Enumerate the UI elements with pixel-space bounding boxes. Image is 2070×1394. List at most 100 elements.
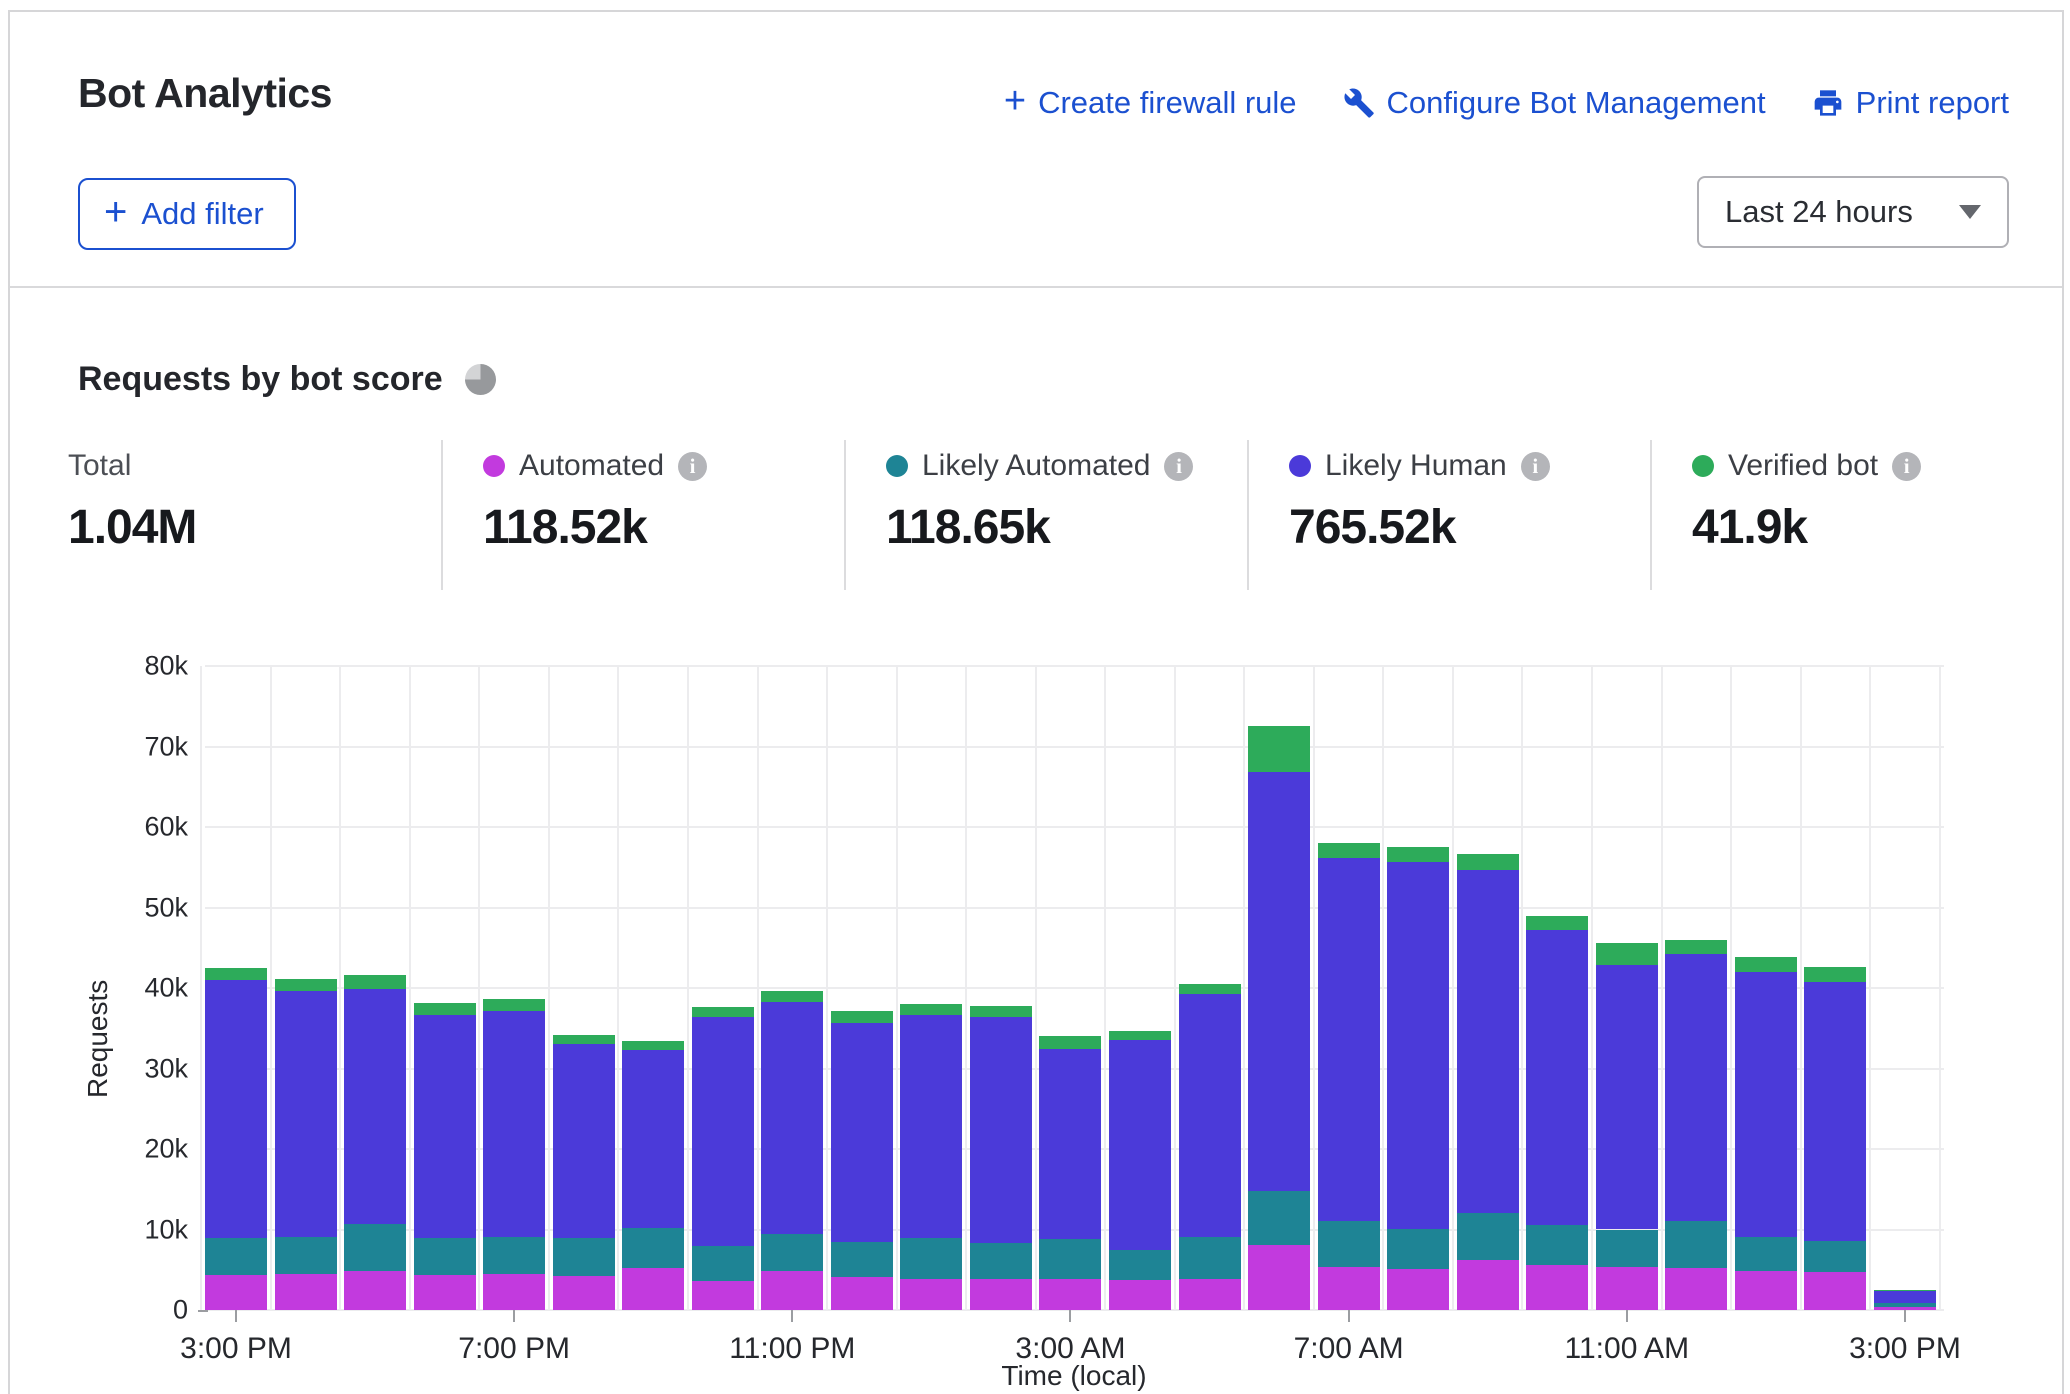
bar-segment-likely_automated [831, 1242, 893, 1277]
bar-segment-automated [414, 1275, 476, 1310]
bar-segment-likely_automated [553, 1238, 615, 1276]
bar-group-9-1200AM[interactable] [831, 1011, 893, 1310]
bar-group-11-200AM[interactable] [970, 1006, 1032, 1310]
bar-segment-likely_human [1318, 858, 1380, 1220]
gridline-x-3 [409, 666, 411, 1310]
bar-segment-verified_bot [553, 1035, 615, 1044]
bar-segment-automated [205, 1275, 267, 1310]
bar-group-7-1000PM[interactable] [692, 1007, 754, 1310]
bar-segment-verified_bot [275, 979, 337, 991]
bar-group-24-300PM[interactable] [1874, 1290, 1936, 1310]
gridline-x-4 [478, 666, 480, 1310]
bar-group-8-1100PM[interactable] [761, 991, 823, 1310]
bar-group-4-700PM[interactable] [483, 999, 545, 1310]
gridline-y-80k [205, 665, 1944, 667]
gridline-x-11 [965, 666, 967, 1310]
bar-group-6-900PM[interactable] [622, 1041, 684, 1310]
bar-segment-verified_bot [1526, 916, 1588, 930]
bar-group-21-1200PM[interactable] [1665, 940, 1727, 1310]
bar-segment-likely_human [970, 1017, 1032, 1243]
bot-analytics-page: Bot Analytics +Create firewall ruleConfi… [0, 0, 2070, 1394]
bar-segment-automated [1039, 1279, 1101, 1310]
bar-group-20-1100AM[interactable] [1596, 943, 1658, 1310]
bar-group-18-900AM[interactable] [1457, 854, 1519, 1310]
bar-group-16-700AM[interactable] [1318, 843, 1380, 1310]
bar-segment-likely_human [275, 991, 337, 1237]
gridline-x-15 [1243, 666, 1245, 1310]
bar-segment-likely_automated [483, 1237, 545, 1274]
x-tick-label: 11:00 AM [1565, 1332, 1690, 1366]
bar-group-23-200PM[interactable] [1804, 967, 1866, 1310]
bar-segment-likely_human [1039, 1049, 1101, 1239]
bar-segment-likely_automated [900, 1238, 962, 1279]
bar-group-5-800PM[interactable] [553, 1035, 615, 1310]
gridline-x-1 [270, 666, 272, 1310]
bar-segment-automated [1248, 1245, 1310, 1310]
bar-group-19-1000AM[interactable] [1526, 916, 1588, 1310]
bar-segment-automated [1387, 1269, 1449, 1310]
x-tick-label: 7:00 PM [458, 1332, 570, 1366]
bar-segment-verified_bot [1457, 854, 1519, 869]
y-tick-label-50k: 50k [108, 892, 188, 923]
y-tick-label-10k: 10k [108, 1214, 188, 1245]
bar-group-15-600AM[interactable] [1248, 726, 1310, 1310]
bar-group-1-400PM[interactable] [275, 979, 337, 1310]
bar-group-2-500PM[interactable] [344, 975, 406, 1310]
y-tick-label-20k: 20k [108, 1134, 188, 1165]
x-tick-mark-1100PM [791, 1310, 793, 1322]
bar-segment-automated [831, 1277, 893, 1310]
bar-segment-likely_human [414, 1015, 476, 1239]
bar-segment-verified_bot [1387, 847, 1449, 862]
bar-segment-verified_bot [1596, 943, 1658, 965]
bar-segment-likely_human [1248, 772, 1310, 1191]
bar-segment-verified_bot [692, 1007, 754, 1017]
gridline-x-5 [548, 666, 550, 1310]
gridline-x-23 [1800, 666, 1802, 1310]
gridline-x-8 [757, 666, 759, 1310]
bar-segment-verified_bot [1804, 967, 1866, 982]
bar-segment-automated [900, 1279, 962, 1310]
x-tick-label: 3:00 PM [1849, 1332, 1961, 1366]
bar-segment-automated [1318, 1267, 1380, 1310]
bar-segment-verified_bot [1039, 1036, 1101, 1049]
bar-group-3-600PM[interactable] [414, 1002, 476, 1310]
bar-segment-likely_human [1457, 870, 1519, 1214]
gridline-x-21 [1661, 666, 1663, 1310]
bar-segment-likely_automated [1039, 1239, 1101, 1279]
bar-segment-likely_automated [1735, 1237, 1797, 1272]
gridline-x-7 [687, 666, 689, 1310]
gridline-y-70k [205, 746, 1944, 748]
gridline-x-16 [1313, 666, 1315, 1310]
bar-group-0-300PM[interactable] [205, 968, 267, 1310]
gridline-x-24 [1869, 666, 1871, 1310]
bar-segment-verified_bot [622, 1041, 684, 1050]
bar-segment-likely_human [622, 1050, 684, 1228]
bar-group-12-300AM[interactable] [1039, 1036, 1101, 1310]
bar-segment-automated [1804, 1272, 1866, 1310]
gridline-x-9 [826, 666, 828, 1310]
bar-segment-likely_human [900, 1015, 962, 1238]
bar-group-13-400AM[interactable] [1109, 1031, 1171, 1310]
gridline-x-13 [1104, 666, 1106, 1310]
bar-segment-likely_automated [1109, 1250, 1171, 1280]
bar-segment-likely_human [1179, 994, 1241, 1236]
bar-group-14-500AM[interactable] [1179, 984, 1241, 1310]
bar-group-22-100PM[interactable] [1735, 957, 1797, 1310]
bar-group-10-100AM[interactable] [900, 1004, 962, 1310]
gridline-x-19 [1521, 666, 1523, 1310]
gridline-y-50k [205, 907, 1944, 909]
y-tick-label-60k: 60k [108, 812, 188, 843]
bar-segment-likely_automated [1526, 1225, 1588, 1264]
gridline-x-2 [339, 666, 341, 1310]
bar-segment-verified_bot [205, 968, 267, 980]
bar-group-17-800AM[interactable] [1387, 847, 1449, 1310]
bar-segment-automated [622, 1268, 684, 1310]
x-tick-mark-300PM [1904, 1310, 1906, 1322]
bar-segment-likely_automated [275, 1237, 337, 1274]
gridline-x-10 [896, 666, 898, 1310]
bar-segment-verified_bot [1735, 957, 1797, 971]
x-tick-label: 11:00 PM [729, 1332, 855, 1366]
bar-segment-likely_human [1387, 862, 1449, 1228]
bar-segment-likely_automated [1387, 1229, 1449, 1269]
x-tick-mark-300AM [1069, 1310, 1071, 1322]
